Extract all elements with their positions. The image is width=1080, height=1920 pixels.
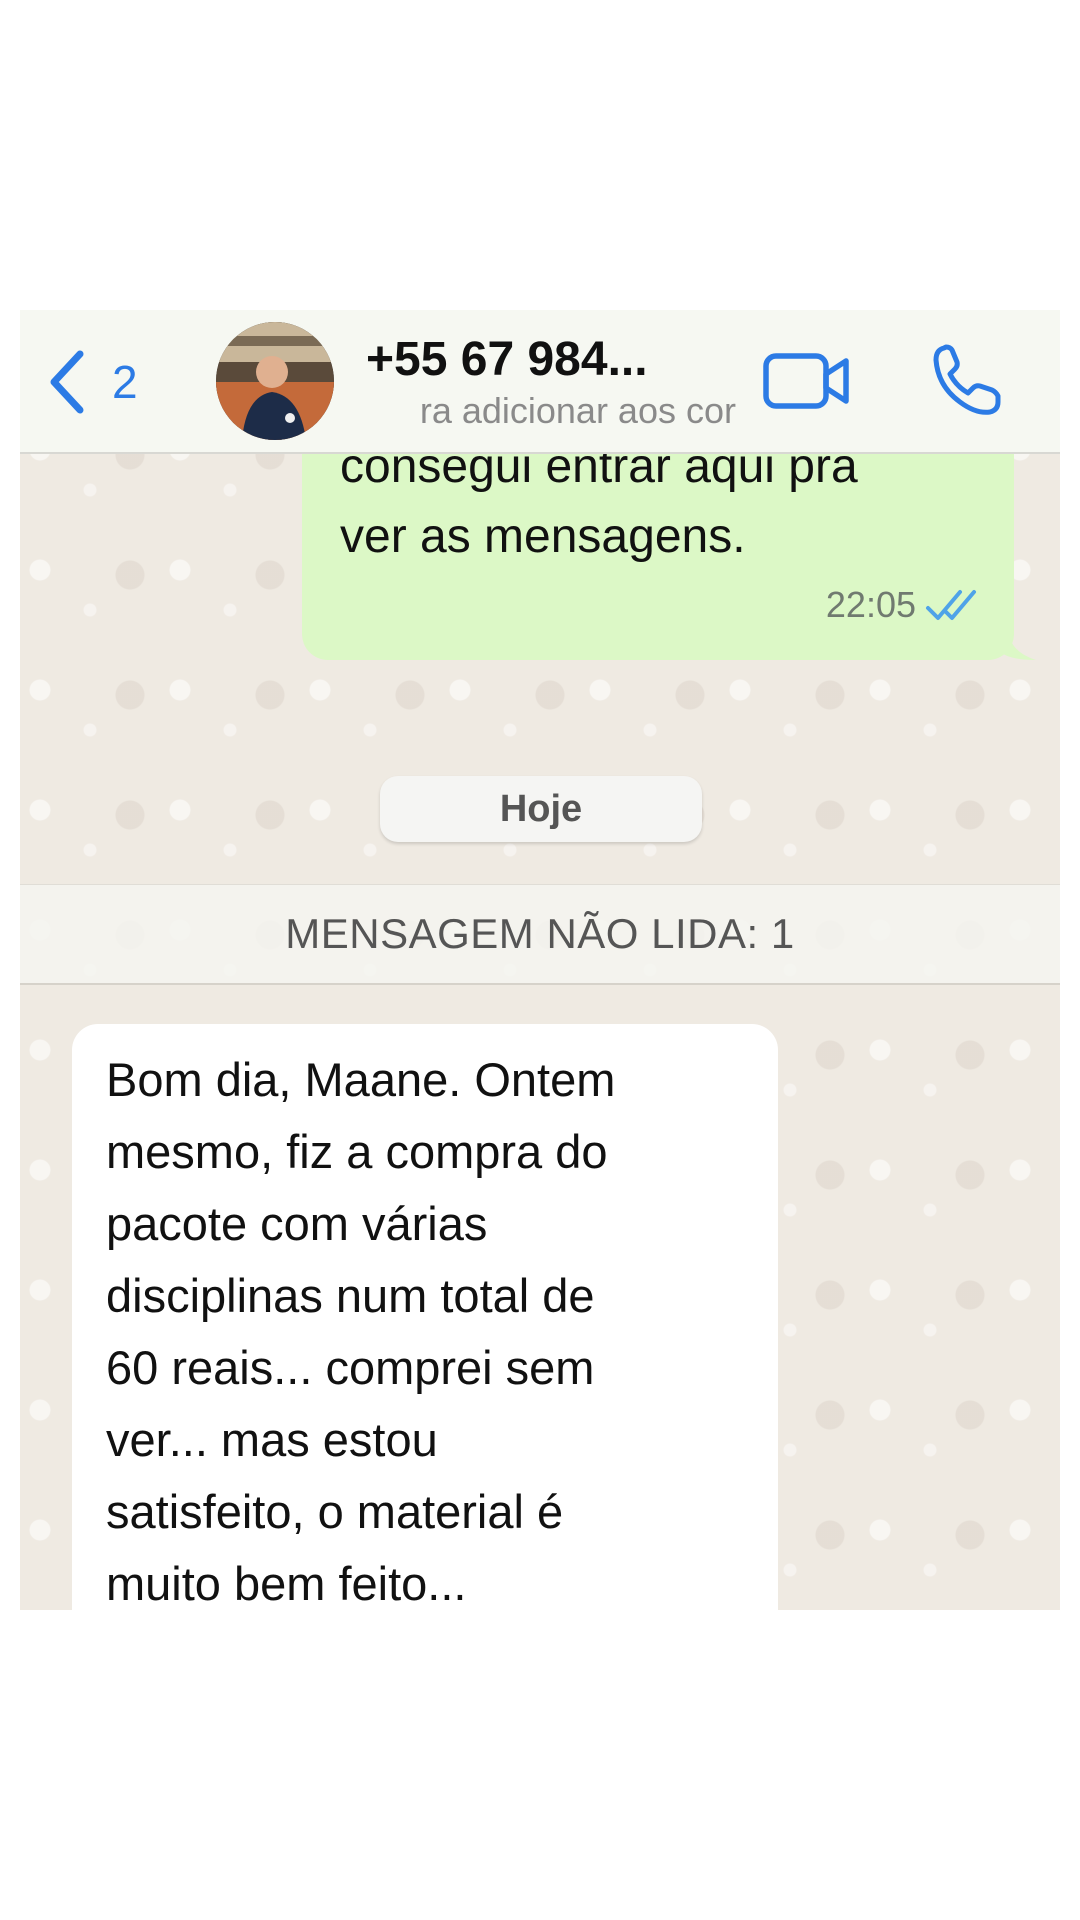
double-check-icon (926, 590, 976, 620)
video-camera-icon (763, 353, 849, 409)
incoming-message-bubble[interactable]: Bom dia, Maane. Ontem mesmo, fiz a compr… (72, 1024, 778, 1610)
contact-name[interactable]: +55 67 984... (366, 332, 648, 387)
message-time: 22:05 (825, 584, 916, 625)
contact-subtitle: ra adicionar aos cor (419, 390, 736, 431)
chat-header: 2 +55 67 984... ra adicionar aos cor (20, 310, 1060, 454)
avatar[interactable] (216, 322, 334, 440)
contact-subtitle-area[interactable]: ra adicionar aos cor (366, 390, 736, 436)
unread-chats-count: 2 (112, 356, 138, 408)
voice-call-button[interactable] (930, 342, 1002, 418)
date-divider: Hoje (380, 776, 702, 842)
back-button[interactable]: 2 (46, 346, 138, 418)
unread-messages-banner: MENSAGEM NÃO LIDA: 1 (20, 884, 1060, 985)
chevron-left-icon (50, 350, 84, 414)
chat-screen: 2 +55 67 984... ra adicionar aos cor con… (20, 310, 1060, 1610)
message-meta: 22:05 (826, 584, 978, 626)
phone-icon (933, 344, 1001, 415)
video-call-button[interactable] (762, 350, 852, 412)
message-text: Bom dia, Maane. Ontem mesmo, fiz a compr… (106, 1053, 616, 1610)
contact-photo (216, 322, 334, 440)
